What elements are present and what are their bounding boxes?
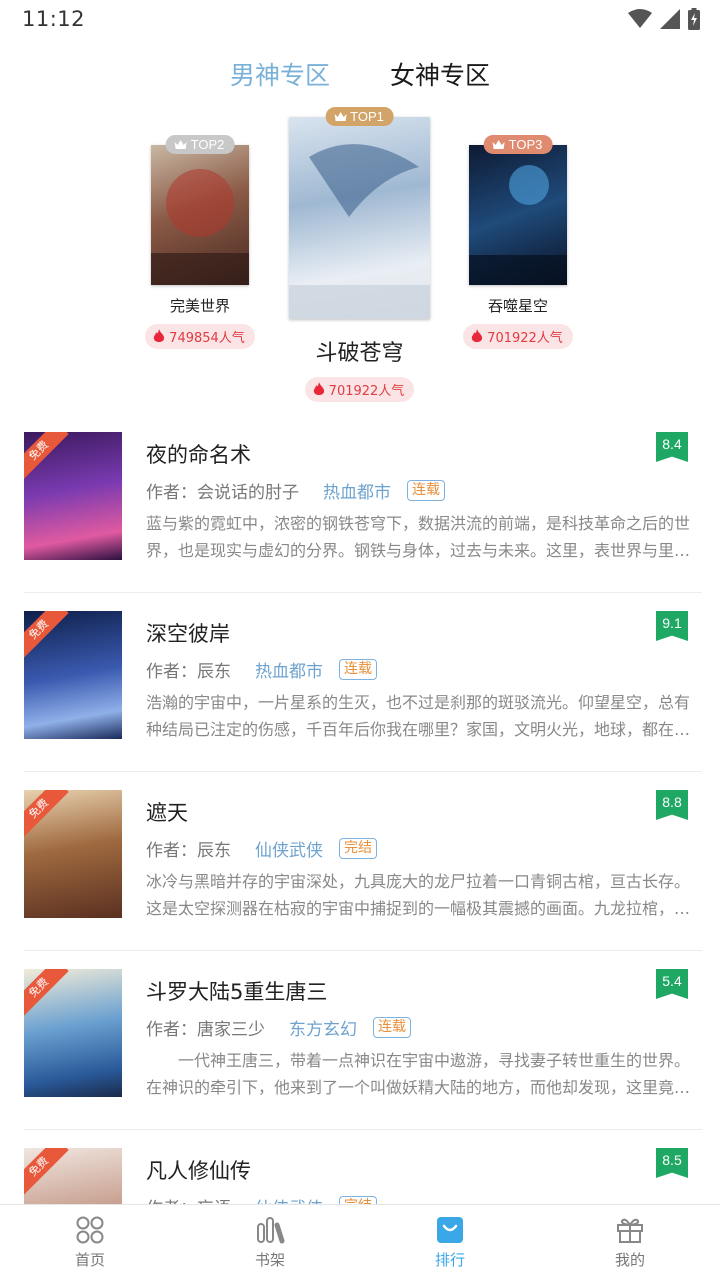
book-description: 一代神王唐三，带着一点神识在宇宙中遨游，寻找妻子转世重生的世界。在神识的牵引下，… xyxy=(146,1051,691,1097)
free-tag: 免费 xyxy=(24,1148,69,1197)
book-title: 遮天 xyxy=(146,801,188,825)
free-tag: 免费 xyxy=(24,969,69,1018)
nav-label: 排行 xyxy=(434,1251,465,1269)
nav-item-home[interactable]: 首页 xyxy=(0,1205,180,1280)
book-cover-tunshi[interactable] xyxy=(469,145,567,285)
bottom-navigation: 首页 书架 排行 我的 xyxy=(0,1204,720,1280)
cover-art xyxy=(151,169,249,285)
nav-label: 首页 xyxy=(74,1251,105,1269)
zone-tabs: 男神专区 女神专区 xyxy=(0,58,720,98)
status-time: 11:12 xyxy=(22,7,86,31)
crown-icon xyxy=(174,140,187,149)
status-bar: 11:12 xyxy=(0,0,720,36)
book-genre[interactable]: 仙侠武侠 xyxy=(255,836,323,861)
book-meta: 作者：会说话的肘子 热血都市 连载 xyxy=(146,476,702,504)
battery-icon xyxy=(688,8,700,30)
book-description: 冰冷与黑暗并存的宇宙深处，九具庞大的龙尸拉着一口青铜古棺，亘古长存。这是太空探测… xyxy=(146,872,691,918)
rank-badge-label: TOP2 xyxy=(190,137,225,152)
list-item[interactable]: 免费 深空彼岸 作者：辰东 热血都市 连载 浩瀚的宇宙中，一片星系的生灭，也不过… xyxy=(24,593,702,772)
list-item[interactable]: 免费 遮天 作者：辰东 仙侠武侠 完结 冰冷与黑暗并存的宇宙深处，九具庞大的龙尸… xyxy=(24,772,702,951)
nav-item-mine[interactable]: 我的 xyxy=(540,1205,720,1280)
book-cover[interactable]: 免费 xyxy=(24,611,122,739)
list-item[interactable]: 免费 夜的命名术 作者：会说话的肘子 热血都市 连载 蓝与紫的霓虹中，浓密的钢铁… xyxy=(24,414,702,593)
popularity-badge: 701922人气 xyxy=(463,324,573,349)
nav-item-ranking[interactable]: 排行 xyxy=(360,1205,540,1280)
book-cover-wanmei[interactable] xyxy=(151,145,249,285)
list-item[interactable]: 免费 斗罗大陆5重生唐三 作者：唐家三少 东方玄幻 连载 一代神王唐三，带着一点… xyxy=(24,951,702,1130)
book-genre[interactable]: 东方玄幻 xyxy=(289,1015,357,1040)
book-genre[interactable]: 热血都市 xyxy=(255,657,323,682)
popularity-badge: 701922人气 xyxy=(304,377,415,402)
rank-badge-top3: TOP3 xyxy=(483,135,553,154)
crown-icon xyxy=(334,112,347,121)
popularity-count: 749854人气 xyxy=(169,331,245,346)
book-info: 夜的命名术 作者：会说话的肘子 热血都市 连载 蓝与紫的霓虹中，浓密的钢铁苍穹下… xyxy=(146,440,702,564)
nav-label: 书架 xyxy=(254,1251,285,1269)
cover-art xyxy=(289,144,430,319)
book-cover[interactable]: 免费 xyxy=(24,969,122,1097)
podium-item-top1[interactable]: TOP1 斗破苍穹 701922人气 xyxy=(282,105,437,402)
free-tag: 免费 xyxy=(24,611,69,660)
book-status-badge: 连载 xyxy=(339,658,377,680)
podium-title: 吞噬星空 xyxy=(487,297,548,315)
book-meta: 作者：辰东 热血都市 连载 xyxy=(146,655,702,683)
flame-icon xyxy=(153,329,165,342)
popularity-count: 701922人气 xyxy=(328,384,405,399)
wifi-icon xyxy=(628,9,652,28)
cell-signal-icon xyxy=(660,9,680,29)
rank-badge-label: TOP3 xyxy=(508,137,543,152)
book-author: 作者：辰东 xyxy=(146,840,231,861)
book-author: 作者：会说话的肘子 xyxy=(146,482,299,503)
nav-item-bookshelf[interactable]: 书架 xyxy=(180,1205,360,1280)
flame-icon xyxy=(313,382,324,395)
crown-icon xyxy=(492,140,505,149)
free-tag: 免费 xyxy=(24,432,69,481)
book-info: 斗罗大陆5重生唐三 作者：唐家三少 东方玄幻 连载 一代神王唐三，带着一点神识在… xyxy=(146,977,702,1101)
top-three-podium: TOP2 完美世界 749854人气 TOP1 斗破苍穹 701922人气 TO… xyxy=(0,105,720,415)
book-description: 蓝与紫的霓虹中，浓密的钢铁苍穹下，数据洪流的前端，是科技革命之后的世界，也是现实… xyxy=(146,514,691,560)
book-title: 深空彼岸 xyxy=(146,622,230,646)
book-info: 深空彼岸 作者：辰东 热血都市 连载 浩瀚的宇宙中，一片星系的生灭，也不过是刹那… xyxy=(146,619,702,743)
podium-title: 斗破苍穹 xyxy=(315,341,404,366)
gift-icon xyxy=(617,1218,643,1243)
book-title: 夜的命名术 xyxy=(146,443,251,467)
book-title: 凡人修仙传 xyxy=(146,1159,251,1183)
book-status-badge: 连载 xyxy=(407,479,445,501)
popularity-count: 701922人气 xyxy=(487,331,563,346)
podium-title: 完美世界 xyxy=(169,297,230,315)
tab-male-zone[interactable]: 男神专区 xyxy=(230,58,330,98)
podium-item-top3[interactable]: TOP3 吞噬星空 701922人气 xyxy=(458,135,578,349)
book-cover[interactable]: 免费 xyxy=(24,790,122,918)
cover-art xyxy=(469,165,567,285)
book-genre[interactable]: 热血都市 xyxy=(323,478,391,503)
ranking-bag-icon xyxy=(437,1217,463,1243)
book-status-badge: 连载 xyxy=(373,1016,411,1038)
nav-label: 我的 xyxy=(614,1251,645,1269)
status-icons xyxy=(628,8,700,30)
popularity-badge: 749854人气 xyxy=(145,324,255,349)
podium-item-top2[interactable]: TOP2 完美世界 749854人气 xyxy=(140,135,260,349)
free-tag: 免费 xyxy=(24,790,69,839)
book-cover[interactable]: 免费 xyxy=(24,432,122,560)
book-info: 遮天 作者：辰东 仙侠武侠 完结 冰冷与黑暗并存的宇宙深处，九具庞大的龙尸拉着一… xyxy=(146,798,702,922)
book-author: 作者：辰东 xyxy=(146,661,231,682)
rank-badge-label: TOP1 xyxy=(350,109,384,124)
book-status-badge: 完结 xyxy=(339,837,377,859)
tab-female-zone[interactable]: 女神专区 xyxy=(390,58,490,98)
book-meta: 作者：辰东 仙侠武侠 完结 xyxy=(146,834,702,862)
bookshelf-icon xyxy=(257,1217,285,1244)
book-list: 免费 夜的命名术 作者：会说话的肘子 热血都市 连载 蓝与紫的霓虹中，浓密的钢铁… xyxy=(24,414,702,1280)
rank-badge-top2: TOP2 xyxy=(165,135,235,154)
rank-badge-top1: TOP1 xyxy=(325,107,394,126)
book-description: 浩瀚的宇宙中，一片星系的生灭，也不过是刹那的斑驳流光。仰望星空，总有种结局已注定… xyxy=(146,693,691,739)
book-author: 作者：唐家三少 xyxy=(146,1019,265,1040)
flame-icon xyxy=(471,329,483,342)
book-meta: 作者：唐家三少 东方玄幻 连载 xyxy=(146,1013,702,1041)
home-grid-icon xyxy=(76,1216,104,1244)
book-title: 斗罗大陆5重生唐三 xyxy=(146,980,328,1004)
book-cover-doupo[interactable] xyxy=(289,117,430,319)
